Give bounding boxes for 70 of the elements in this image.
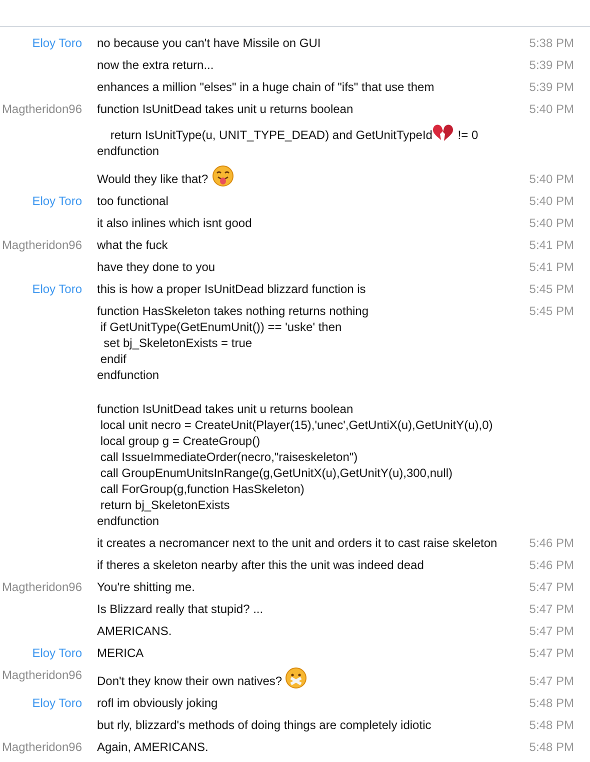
sender-name: Eloy Toro: [32, 35, 82, 51]
sender-name: Magtheridon96: [2, 739, 82, 755]
message-text: != 0: [456, 127, 478, 143]
message-time: 5:46 PM: [529, 557, 574, 573]
message-text: return bj_SkeletonExists: [99, 497, 230, 513]
message-time: 5:47 PM: [529, 601, 574, 617]
sender-name: Magtheridon96: [2, 579, 82, 595]
tongue-face-icon: [212, 165, 234, 187]
message-time: 5:45 PM: [529, 281, 574, 297]
message-text: call IssueImmediateOrder(necro,"raiseskeleton"): [99, 449, 358, 465]
taped-mouth-face-icon: [285, 667, 308, 689]
message-text: endfunction: [97, 367, 160, 383]
message-time: 5:40 PM: [529, 101, 574, 117]
message-time: 5:47 PM: [529, 579, 574, 595]
message-text: now the extra return...: [97, 57, 214, 73]
message-text: it creates a necromancer next to the unit and orders it to cast raise skeleton: [97, 535, 498, 551]
sender-name: Magtheridon96: [2, 101, 82, 117]
message-text: call GroupEnumUnitsInRange(g,GetUnitX(u),GetUnitY(u),300,null): [99, 465, 452, 481]
message-time: 5:47 PM: [529, 645, 574, 661]
message-time: 5:41 PM: [529, 237, 574, 253]
sender-name: Eloy Toro: [32, 193, 82, 209]
message-text: Would they like that?: [97, 171, 210, 187]
message-time: 5:46 PM: [529, 535, 574, 551]
message-time: 5:38 PM: [529, 35, 574, 51]
message-time: 5:39 PM: [529, 79, 574, 95]
message-text: have they done to you: [97, 259, 216, 275]
message-text: Again, AMERICANS.: [97, 739, 208, 755]
message-text: enhances a million "elses" in a huge chain of "ifs" that use them: [97, 79, 434, 95]
message-text: function IsUnitDead takes unit u returns boolean: [97, 101, 354, 117]
sender-name: Eloy Toro: [32, 645, 82, 661]
message-time: 5:40 PM: [529, 193, 574, 209]
message-text: local group g = CreateGroup(): [99, 433, 260, 449]
message-text: function HasSkeleton takes nothing returns nothing: [97, 303, 369, 319]
message-time: 5:48 PM: [529, 695, 574, 711]
message-time: 5:45 PM: [529, 303, 574, 319]
message-text: You're shitting me.: [97, 579, 195, 595]
broken-heart-icon: [432, 123, 454, 143]
message-text: this is how a proper IsUnitDead blizzard function is: [97, 281, 366, 297]
message-time: 5:48 PM: [529, 717, 574, 733]
sender-name: Eloy Toro: [32, 281, 82, 297]
message-text: rofl im obviously joking: [97, 695, 218, 711]
message-time: 5:41 PM: [529, 259, 574, 275]
sender-name: Magtheridon96: [2, 237, 82, 253]
message-text: local unit necro = CreateUnit(Player(15),'unec',GetUntiX(u),GetUnitY(u),0): [99, 417, 493, 433]
message-text: return IsUnitType(u, UNIT_TYPE_DEAD) and GetUnitTypeId: [109, 127, 432, 143]
message-text: call ForGroup(g,function HasSkeleton): [99, 481, 304, 497]
sender-name: Eloy Toro: [32, 695, 82, 711]
message-text: endif: [99, 351, 126, 367]
sender-name: Magtheridon96: [2, 667, 82, 683]
message-text: function IsUnitDead takes unit u returns boolean: [97, 401, 354, 417]
message-time: 5:40 PM: [529, 171, 574, 187]
message-text: Don't they know their own natives?: [97, 673, 284, 689]
message-text: but rly, blizzard's methods of doing things are completely idiotic: [97, 717, 432, 733]
message-text: if theres a skeleton nearby after this the unit was indeed dead: [97, 557, 424, 573]
message-text: endfunction: [97, 143, 160, 159]
message-text: MERICA: [97, 645, 144, 661]
message-text: if GetUnitType(GetEnumUnit()) == 'uske' then: [99, 319, 342, 335]
message-text: AMERICANS.: [97, 623, 172, 639]
message-text: set bj_SkeletonExists = true: [102, 335, 252, 351]
message-text: it also inlines which isnt good: [97, 215, 252, 231]
message-time: 5:40 PM: [529, 215, 574, 231]
message-time: 5:47 PM: [529, 623, 574, 639]
message-text: too functional: [97, 193, 168, 209]
message-text: no because you can't have Missile on GUI: [97, 35, 321, 51]
message-text: what the fuck: [97, 237, 168, 253]
message-text: Is Blizzard really that stupid? ...: [97, 601, 264, 617]
message-time: 5:39 PM: [529, 57, 574, 73]
message-text: endfunction: [97, 513, 160, 529]
message-time: 5:47 PM: [529, 673, 574, 689]
message-time: 5:48 PM: [529, 739, 574, 755]
